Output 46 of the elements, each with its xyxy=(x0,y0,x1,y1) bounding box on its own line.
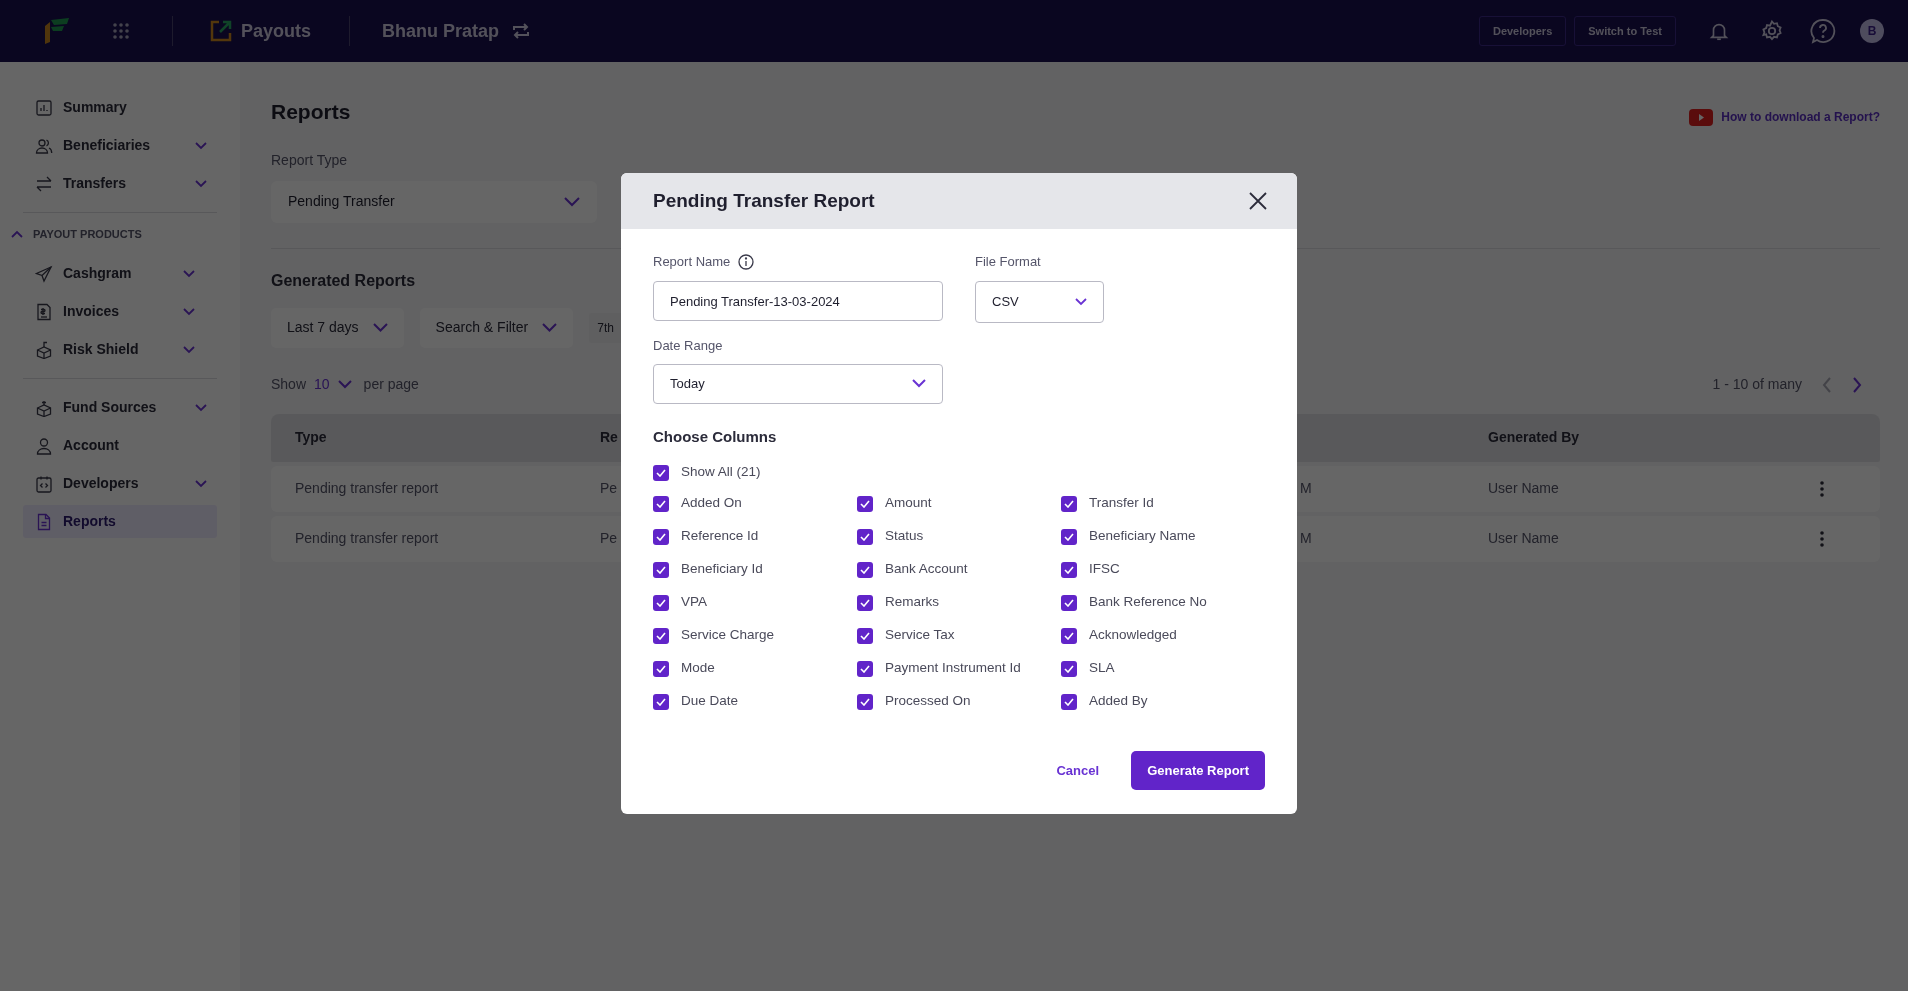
table-cell-text: Pe xyxy=(600,529,618,548)
checkbox-label: Acknowledged xyxy=(1089,626,1177,645)
checkbox-label: Remarks xyxy=(885,593,939,612)
table-cell-text: User Name xyxy=(1488,529,1559,548)
dialog-title: Pending Transfer Report xyxy=(653,188,875,213)
field-label: Date Range xyxy=(653,337,723,355)
checkbox-label: Processed On xyxy=(885,692,971,711)
checkbox-label: Beneficiary Id xyxy=(681,560,763,579)
checkbox-label: VPA xyxy=(681,593,707,612)
checkbox-label: Mode xyxy=(681,659,715,678)
product-name: Payouts xyxy=(241,19,312,43)
checkbox-label: IFSC xyxy=(1089,560,1120,579)
table-cell-text: Pe xyxy=(600,479,618,498)
page-size-label: Show xyxy=(271,375,307,394)
checkbox-label: Due Date xyxy=(681,692,739,711)
column-header: Re xyxy=(600,428,618,447)
field-label: Report Name xyxy=(653,253,731,272)
table-cell-text: User Name xyxy=(1488,479,1559,498)
table-cell-text: M xyxy=(1300,479,1312,498)
checkbox-label: SLA xyxy=(1089,659,1115,678)
checkbox-label: Amount xyxy=(885,494,932,513)
account-name: Bhanu Pratap xyxy=(382,19,500,43)
page-size-label: per page xyxy=(363,375,419,394)
checkbox-label: Status xyxy=(885,527,924,546)
field-label: File Format xyxy=(975,253,1041,272)
column-header: Generated By xyxy=(1488,428,1580,447)
table-cell-text: Pending transfer report xyxy=(295,479,439,498)
section-title: Generated Reports xyxy=(271,270,416,291)
table-cell-text: M xyxy=(1300,529,1312,548)
checkbox-label: Transfer Id xyxy=(1089,494,1154,513)
checkbox-label: Service Charge xyxy=(681,626,775,645)
checkbox-label: Bank Reference No xyxy=(1089,593,1207,612)
table-cell-text: Pending transfer report xyxy=(295,529,439,548)
checkbox-label: Bank Account xyxy=(885,560,968,579)
pagination-range: 1 - 10 of many xyxy=(1712,375,1802,394)
checkbox-label: Show All (21) xyxy=(681,463,761,482)
field-label: Report Type xyxy=(271,150,348,170)
checkbox-label: Service Tax xyxy=(885,626,955,645)
checkbox-label: Beneficiary Name xyxy=(1089,527,1196,546)
checkbox-label: Payment Instrument Id xyxy=(885,659,1021,678)
checkbox-label: Added By xyxy=(1089,692,1148,711)
page-title: Reports xyxy=(271,99,351,125)
column-header: Type xyxy=(295,428,327,447)
checkbox-label: Reference Id xyxy=(681,527,759,546)
section-title: Choose Columns xyxy=(653,426,777,447)
checkbox-label: Added On xyxy=(681,494,742,513)
